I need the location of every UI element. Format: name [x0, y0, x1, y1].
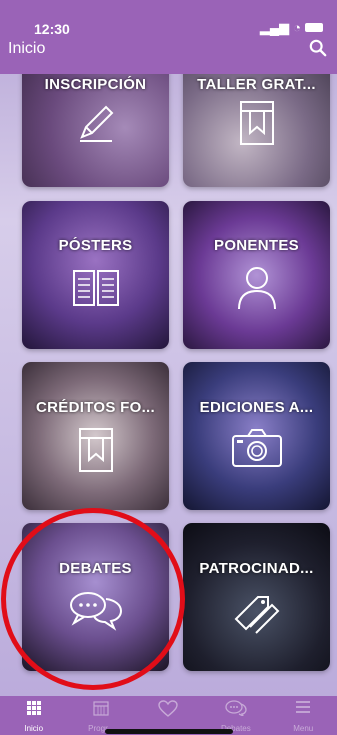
- tile-ponentes[interactable]: PONENTES: [183, 201, 330, 349]
- tile-taller[interactable]: TALLER GRAT...: [183, 74, 330, 187]
- wifi-icon: ◔: [293, 20, 301, 35]
- status-time: 12:30: [34, 21, 70, 37]
- pencil-icon: [74, 101, 118, 145]
- chat-icon: [225, 700, 247, 721]
- tile-label: INSCRIPCIÓN: [44, 76, 147, 93]
- tile-posters[interactable]: PÓSTERS: [22, 201, 169, 349]
- tile-creditos[interactable]: CRÉDITOS FO...: [22, 362, 169, 510]
- status-icons: ▂▄▆ ◔: [260, 20, 323, 36]
- camera-icon: [230, 428, 284, 468]
- tile-patrocinadores[interactable]: PATROCINAD...: [183, 523, 330, 671]
- bookmark-icon: [238, 99, 276, 147]
- home-indicator: [105, 729, 233, 734]
- nav-item-menu[interactable]: Menu: [271, 696, 335, 735]
- battery-icon: [305, 23, 323, 32]
- tile-label: PONENTES: [214, 237, 299, 254]
- tag-icon: [232, 589, 282, 635]
- search-icon[interactable]: [309, 39, 327, 57]
- tile-inscripcion[interactable]: INSCRIPCIÓN: [22, 74, 169, 187]
- tile-label: TALLER GRAT...: [197, 76, 316, 93]
- grid-icon: [26, 700, 42, 721]
- bottom-nav: Inicio Progr... Debates Menu: [0, 696, 337, 735]
- signal-icon: ▂▄▆: [259, 20, 290, 35]
- nav-item-inicio[interactable]: Inicio: [2, 696, 66, 735]
- menu-icon: [295, 700, 311, 719]
- book-icon: [70, 265, 122, 309]
- calendar-icon: [93, 700, 109, 721]
- highlight-circle: [1, 508, 185, 690]
- nav-label: Inicio: [24, 724, 44, 733]
- app-header: 12:30 ▂▄▆ ◔ Inicio: [0, 0, 337, 74]
- tile-ediciones[interactable]: EDICIONES A...: [183, 362, 330, 510]
- person-icon: [235, 263, 279, 311]
- bookmark-icon: [77, 426, 115, 474]
- tile-label: PATROCINAD...: [199, 560, 314, 577]
- tile-label: EDICIONES A...: [199, 399, 314, 416]
- nav-label: Menu: [293, 724, 314, 733]
- tile-label: PÓSTERS: [58, 237, 133, 254]
- page-title: Inicio: [8, 40, 46, 57]
- tile-label: CRÉDITOS FO...: [36, 399, 155, 416]
- heart-icon: [158, 700, 179, 722]
